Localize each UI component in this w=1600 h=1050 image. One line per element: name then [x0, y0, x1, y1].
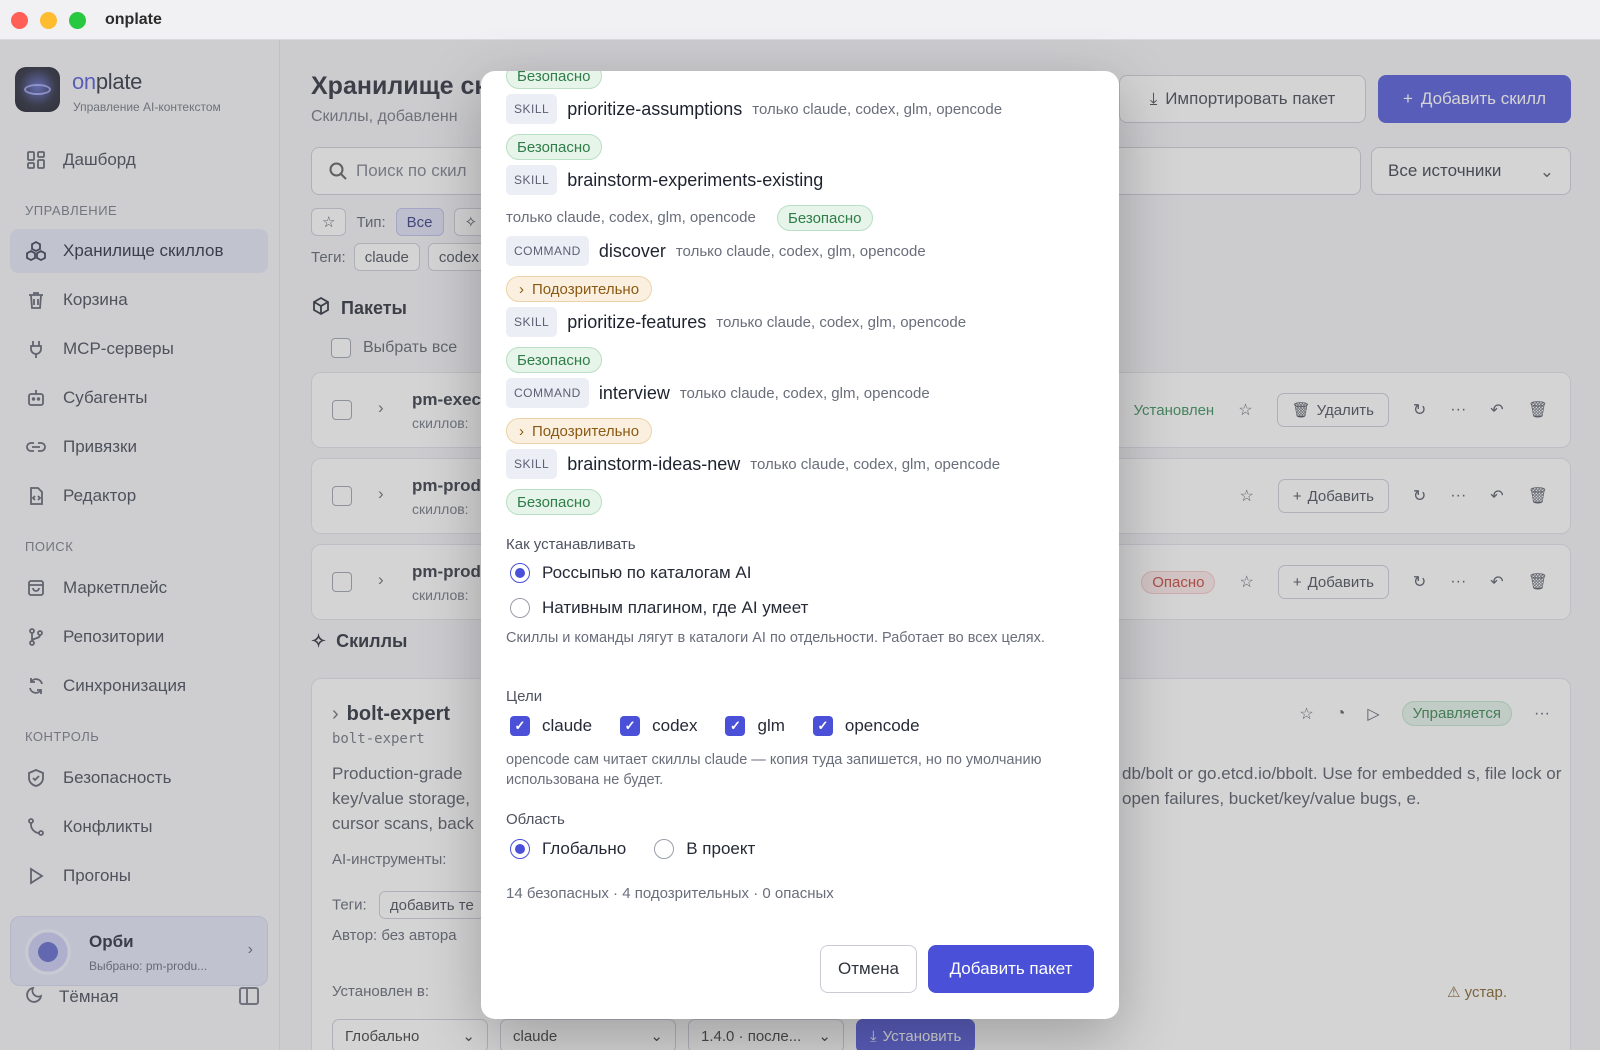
- scope-option-global[interactable]: Глобально: [510, 839, 626, 859]
- item-kind: COMMAND: [506, 236, 589, 266]
- target-label: claude: [542, 716, 593, 735]
- item-targets: только claude, codex, glm, opencode: [752, 100, 1003, 118]
- cancel-button[interactable]: Отмена: [820, 945, 917, 993]
- scope-group: Глобально В проект: [510, 839, 755, 859]
- target-glm[interactable]: ✓ glm: [725, 716, 785, 736]
- targets-hint: opencode сам читает скиллы claude — копи…: [506, 752, 1042, 788]
- security-badge-suspicious[interactable]: › Подозрительно: [506, 276, 653, 302]
- item-name: brainstorm-ideas-new: [567, 453, 741, 474]
- item-name: prioritize-features: [567, 311, 707, 332]
- package-item: SKILL prioritize-assumptions только clau…: [506, 94, 1002, 124]
- option-label: В проект: [686, 839, 756, 858]
- scope-option-project[interactable]: В проект: [654, 839, 755, 859]
- security-badge-safe: Безопасно: [506, 489, 602, 515]
- radio-button[interactable]: [654, 839, 675, 859]
- item-kind: SKILL: [506, 165, 558, 195]
- item-targets: только claude, codex, glm, opencode: [716, 313, 967, 331]
- package-item: SKILL brainstorm-ideas-new только claude…: [506, 449, 1000, 479]
- item-kind: SKILL: [506, 449, 558, 479]
- item-targets: только claude, codex, glm, opencode: [750, 455, 1001, 473]
- checkbox-checked[interactable]: ✓: [510, 716, 530, 736]
- item-name: brainstorm-experiments-existing: [567, 169, 824, 190]
- item-targets: только claude, codex, glm, opencode: [675, 242, 926, 260]
- checkbox-checked[interactable]: ✓: [620, 716, 641, 736]
- target-claude[interactable]: ✓ claude: [510, 716, 592, 736]
- item-kind: SKILL: [506, 307, 558, 337]
- add-package-dialog: Безопасно SKILL prioritize-assumptions т…: [481, 71, 1119, 1019]
- item-name: interview: [598, 382, 670, 403]
- install-mode-option-native[interactable]: Нативным плагином, где AI умеет: [510, 598, 808, 618]
- item-targets: только claude, codex, glm, opencode: [679, 384, 930, 402]
- window-title: onplate: [105, 11, 162, 28]
- window-titlebar: onplate: [0, 0, 1600, 40]
- badge-label: Подозрительно: [532, 280, 640, 298]
- install-mode-label: Как устанавливать: [506, 536, 636, 553]
- add-package-submit-button[interactable]: Добавить пакет: [928, 945, 1094, 993]
- zoom-window-button[interactable]: [69, 12, 86, 29]
- install-mode-hint: Скиллы и команды лягут в каталоги AI по …: [506, 630, 1045, 646]
- targets-label: Цели: [506, 688, 543, 705]
- item-name: prioritize-assumptions: [567, 98, 743, 119]
- target-opencode[interactable]: ✓ opencode: [812, 716, 920, 736]
- package-item: SKILL brainstorm-experiments-existing: [506, 165, 823, 195]
- targets-group: ✓ claude ✓ codex ✓ glm ✓ opencode: [510, 716, 920, 736]
- target-label: glm: [757, 716, 785, 735]
- security-summary: 14 безопасных · 4 подозрительных · 0 опа…: [506, 885, 834, 902]
- scope-label: Область: [506, 811, 565, 828]
- item-name: discover: [598, 240, 666, 261]
- item-targets: только claude, codex, glm, opencode: [506, 209, 756, 226]
- badge-label: Подозрительно: [532, 422, 640, 440]
- item-kind: SKILL: [506, 94, 558, 124]
- radio-button[interactable]: [510, 598, 530, 618]
- chevron-right-icon: ›: [519, 422, 524, 440]
- minimize-window-button[interactable]: [40, 12, 57, 29]
- checkbox-checked[interactable]: ✓: [812, 716, 833, 736]
- security-badge-suspicious[interactable]: › Подозрительно: [506, 418, 653, 444]
- install-mode-option-loose[interactable]: Россыпью по каталогам AI: [510, 563, 751, 583]
- radio-button[interactable]: [510, 839, 530, 859]
- security-badge-safe: Безопасно: [506, 71, 602, 89]
- close-window-button[interactable]: [11, 12, 28, 29]
- target-label: opencode: [844, 716, 920, 735]
- security-badge-safe: Безопасно: [506, 134, 602, 160]
- package-item: COMMAND discover только claude, codex, g…: [506, 236, 926, 266]
- option-label: Россыпью по каталогам AI: [542, 563, 752, 582]
- security-badge-safe: Безопасно: [777, 205, 873, 231]
- radio-button[interactable]: [510, 563, 530, 583]
- target-codex[interactable]: ✓ codex: [620, 716, 697, 736]
- target-label: codex: [652, 716, 698, 735]
- option-label: Глобально: [542, 839, 627, 858]
- package-item: COMMAND interview только claude, codex, …: [506, 378, 930, 408]
- option-label: Нативным плагином, где AI умеет: [542, 598, 809, 617]
- package-item: SKILL prioritize-features только claude,…: [506, 307, 966, 337]
- checkbox-checked[interactable]: ✓: [725, 716, 746, 736]
- chevron-right-icon: ›: [519, 280, 524, 298]
- item-kind: COMMAND: [506, 378, 589, 408]
- security-badge-safe: Безопасно: [506, 347, 602, 373]
